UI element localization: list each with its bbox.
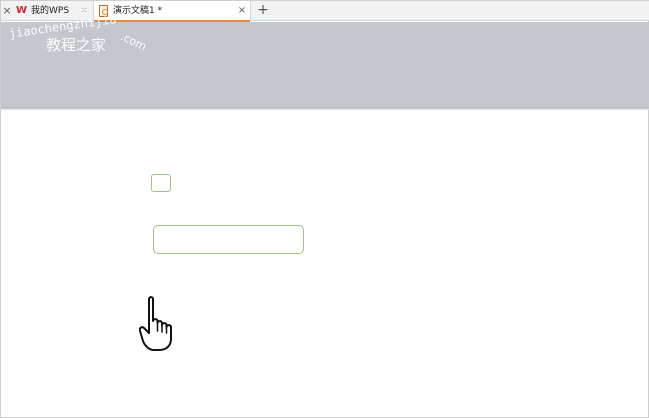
checkbox-control[interactable]: [151, 174, 171, 192]
wps-logo-icon: W: [16, 5, 28, 16]
tab-presentation-1-label: 演示文稿1 *: [113, 6, 163, 16]
tab-close-icon[interactable]: ×: [237, 1, 247, 21]
new-tab-button[interactable]: +: [255, 1, 271, 21]
close-left-icon[interactable]: ×: [2, 3, 12, 18]
tab-presentation-1[interactable]: 演示文稿1 * ×: [93, 1, 251, 22]
ribbon-divider: [1, 107, 649, 110]
watermark-title: 教程之家: [46, 36, 107, 54]
textbox-control[interactable]: [153, 225, 304, 254]
hand-pointer-icon: [139, 296, 172, 351]
tab-my-wps-label: 我的WPS: [31, 6, 70, 16]
app-window: × W 我的WPS ⁙ 演示文稿1 * × + jiaochengzhijia …: [0, 0, 649, 418]
